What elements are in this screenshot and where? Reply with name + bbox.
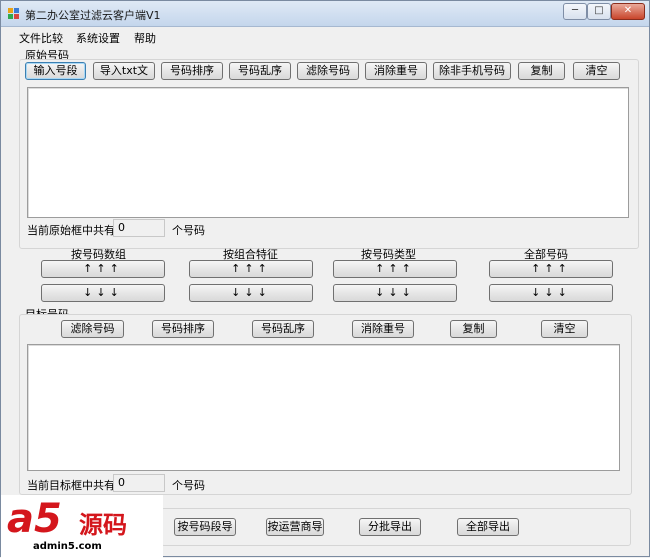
export-by-segment-button[interactable]: 按号码段导 [174,518,236,536]
close-button[interactable]: ✕ [611,3,645,20]
up-type-button[interactable]: ↑↑↑ [333,260,457,278]
target-count-suffix: 个号码 [172,479,205,492]
target-count-prefix: 当前目标框中共有 [27,479,115,492]
maximize-icon: □ [594,5,604,16]
target-shuffle-button[interactable]: 号码乱序 [252,320,314,338]
clear-button[interactable]: 清空 [573,62,620,80]
menu-help[interactable]: 帮助 [134,30,156,46]
target-clear-button[interactable]: 清空 [541,320,588,338]
remove-non-mobile-button[interactable]: 除非手机号码 [433,62,511,80]
down-type-button[interactable]: ↓↓↓ [333,284,457,302]
filter-numbers-button[interactable]: 滤除号码 [297,62,359,80]
target-sort-button[interactable]: 号码排序 [152,320,214,338]
export-by-carrier-button[interactable]: 按运营商导 [266,518,324,536]
source-count-suffix: 个号码 [172,224,205,237]
watermark-logo: a5 源码 admin5.com [1,495,163,558]
copy-button[interactable]: 复制 [518,62,565,80]
maximize-button[interactable]: □ [587,3,611,20]
watermark-text: 源码 [79,511,127,539]
down-combo-button[interactable]: ↓↓↓ [189,284,313,302]
source-textarea[interactable] [27,87,629,218]
export-all-button[interactable]: 全部导出 [457,518,519,536]
target-filter-button[interactable]: 滤除号码 [61,320,124,338]
app-icon [8,8,19,19]
source-count-prefix: 当前原始框中共有 [27,224,115,237]
sort-numbers-button[interactable]: 号码排序 [161,62,223,80]
target-copy-button[interactable]: 复制 [450,320,497,338]
target-textarea[interactable] [27,344,620,471]
minimize-icon: ─ [571,5,579,16]
source-count-field: 0 [113,219,165,237]
import-txt-button[interactable]: 导入txt文 [93,62,155,80]
target-count-field: 0 [113,474,165,492]
down-array-button[interactable]: ↓↓↓ [41,284,165,302]
watermark-logo-mark: a5 [7,496,62,542]
menu-bar: 文件比较 系统设置 帮助 [2,28,648,46]
down-all-button[interactable]: ↓↓↓ [489,284,613,302]
input-segment-button[interactable]: 输入号段 [25,62,86,80]
up-combo-button[interactable]: ↑↑↑ [189,260,313,278]
close-icon: ✕ [623,5,633,16]
menu-file-compare[interactable]: 文件比较 [19,30,63,46]
target-remove-duplicates-button[interactable]: 消除重号 [352,320,414,338]
app-window: 第二办公室过滤云客户端V1 ─ □ ✕ 文件比较 系统设置 帮助 原始号码 输入… [0,0,650,558]
menu-system-settings[interactable]: 系统设置 [76,30,120,46]
title-bar[interactable]: 第二办公室过滤云客户端V1 ─ □ ✕ [1,1,649,27]
remove-duplicates-button[interactable]: 消除重号 [365,62,427,80]
shuffle-numbers-button[interactable]: 号码乱序 [229,62,291,80]
window-title: 第二办公室过滤云客户端V1 [25,9,161,22]
export-batch-button[interactable]: 分批导出 [359,518,421,536]
up-array-button[interactable]: ↑↑↑ [41,260,165,278]
up-all-button[interactable]: ↑↑↑ [489,260,613,278]
minimize-button[interactable]: ─ [563,3,587,20]
watermark-url: admin5.com [33,541,102,552]
